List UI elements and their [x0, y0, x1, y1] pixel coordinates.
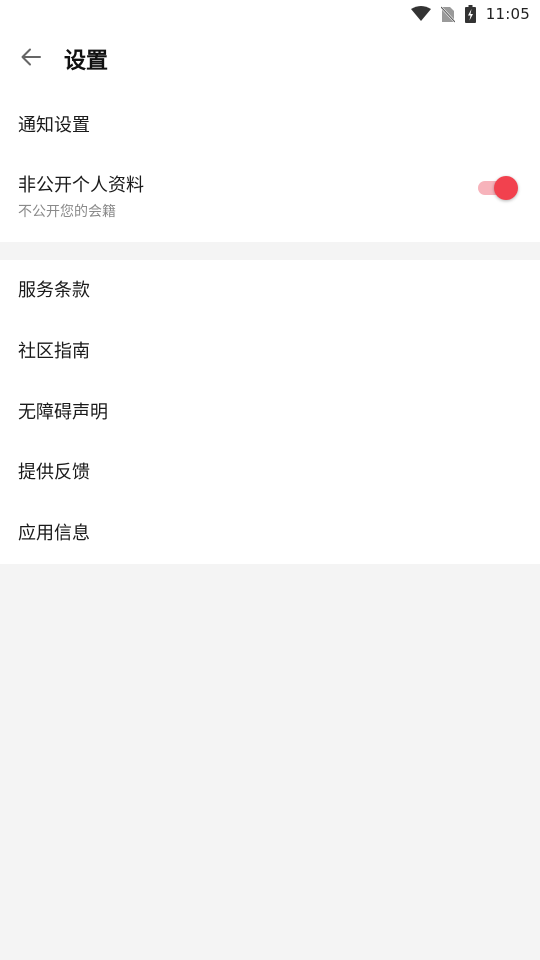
private-profile-toggle[interactable] [478, 176, 518, 200]
accessibility-statement-item[interactable]: 无障碍声明 [0, 401, 540, 425]
private-profile-description: 不公开您的会籍 [18, 204, 116, 220]
accessibility-statement-label: 无障碍声明 [18, 402, 108, 423]
no-sim-icon [440, 5, 455, 23]
battery-charging-icon [464, 5, 476, 23]
community-guidelines-item[interactable]: 社区指南 [0, 340, 540, 364]
arrow-left-icon [21, 47, 41, 71]
status-time: 11:05 [485, 5, 530, 23]
status-bar: 11:05 [0, 0, 540, 28]
toggle-thumb [494, 176, 518, 200]
app-info-label: 应用信息 [18, 523, 90, 544]
private-profile-label: 非公开个人资料 [18, 175, 144, 196]
back-button[interactable] [0, 28, 62, 90]
private-profile-item[interactable]: 非公开个人资料 不公开您的会籍 [0, 174, 540, 230]
terms-of-service-label: 服务条款 [18, 280, 90, 301]
settings-section-account: 通知设置 非公开个人资料 不公开您的会籍 [0, 90, 540, 242]
notification-settings-label: 通知设置 [18, 115, 90, 136]
app-bar: 设置 [0, 28, 540, 90]
wifi-icon [410, 6, 431, 22]
community-guidelines-label: 社区指南 [18, 341, 90, 362]
settings-section-info: 服务条款 社区指南 无障碍声明 提供反馈 应用信息 [0, 260, 540, 564]
feedback-item[interactable]: 提供反馈 [0, 461, 540, 485]
terms-of-service-item[interactable]: 服务条款 [0, 279, 540, 303]
notification-settings-item[interactable]: 通知设置 [0, 114, 540, 138]
app-info-item[interactable]: 应用信息 [0, 522, 540, 546]
page-title: 设置 [64, 49, 109, 74]
feedback-label: 提供反馈 [18, 462, 90, 483]
